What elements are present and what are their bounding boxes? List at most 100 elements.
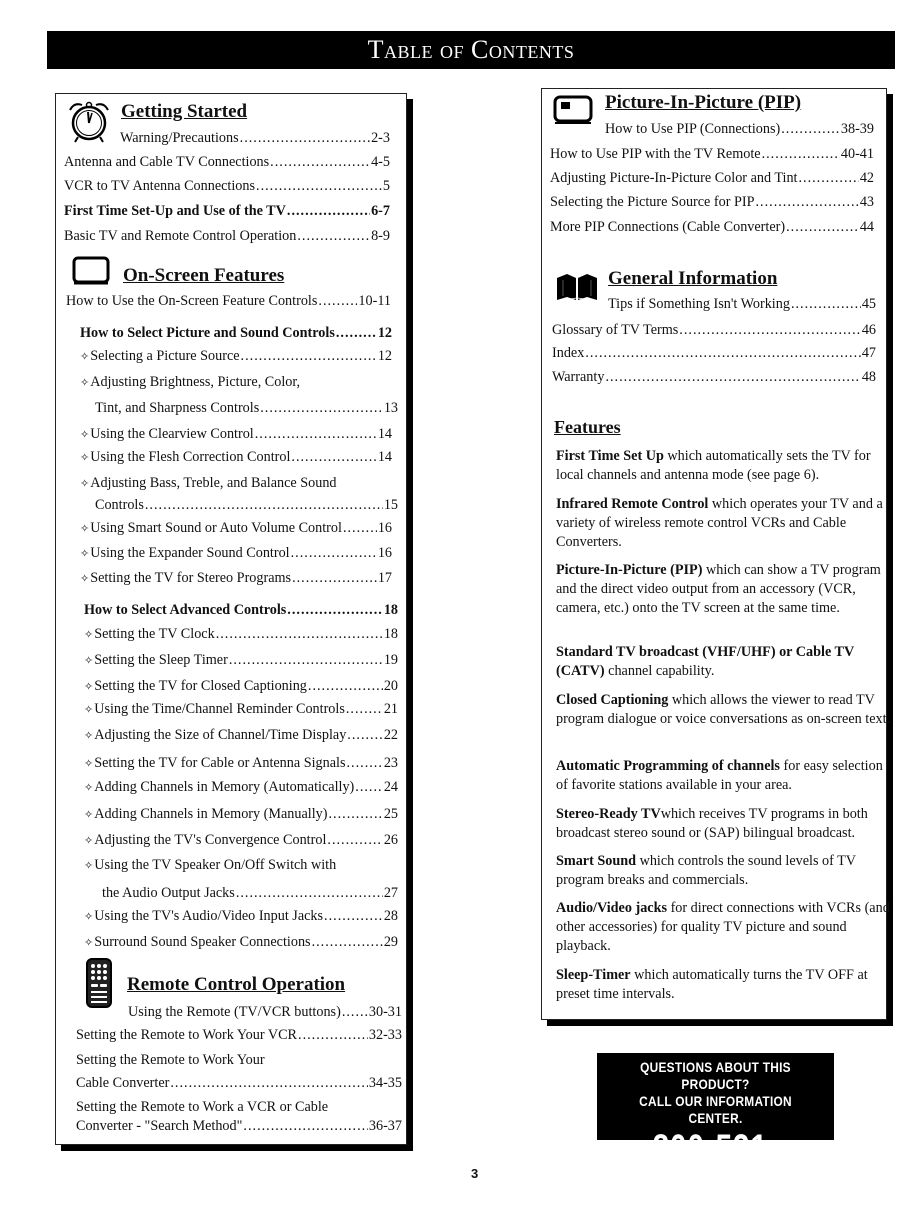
leader-dots: [287, 203, 370, 219]
toc-item[interactable]: Setting the Remote to Work a VCR or Cabl…: [76, 1099, 402, 1115]
toc-item-page: 17: [377, 570, 392, 586]
toc-item[interactable]: ✧Using the Flesh Correction Control 14: [80, 449, 392, 466]
toc-item[interactable]: ✧ Using Smart Sound or Auto Volume Contro…: [80, 520, 392, 537]
feature-term: Smart Sound: [556, 853, 637, 869]
toc-item-label: Selecting a Picture Source: [90, 348, 240, 364]
toc-item[interactable]: More PIP Connections (Cable Converter) 44: [550, 219, 874, 235]
toc-item[interactable]: Controls 15: [95, 497, 398, 513]
leader-dots: [241, 348, 377, 364]
toc-item[interactable]: ✧Using the TV's Audio/Video Input Jacks 2…: [84, 908, 398, 925]
toc-item-page: 28: [383, 908, 398, 924]
toc-item[interactable]: How to Use the On-Screen Feature Control…: [66, 293, 391, 309]
toc-item[interactable]: Converter - "Search Method" 36-37: [76, 1118, 402, 1134]
toc-item[interactable]: Tips if Something Isn't Working 45: [608, 296, 876, 312]
toc-item[interactable]: Using the Remote (TV/VCR buttons) 30-31: [128, 1004, 402, 1020]
toc-item-label: Warranty: [552, 369, 605, 385]
toc-item-page: 15: [383, 497, 398, 513]
toc-item-page: 32-33: [368, 1027, 402, 1043]
toc-item-page: 38-39: [840, 121, 874, 137]
toc-item[interactable]: Tint, and Sharpness Controls 13: [95, 400, 398, 416]
toc-item-page: 4-5: [371, 154, 390, 170]
toc-item-label: Selecting the Picture Source for PIP: [550, 194, 755, 210]
toc-item-page: 45: [861, 296, 876, 312]
leader-dots: [260, 400, 383, 416]
toc-item-page: 46: [861, 322, 876, 338]
toc-item[interactable]: ✧Adding Channels in Memory (Manually) 25: [84, 806, 398, 823]
toc-item[interactable]: Setting the Remote to Work Your VCR 32-33: [76, 1027, 402, 1043]
feature-item: First Time Set Up which automatically se…: [556, 447, 892, 485]
leader-dots: [346, 701, 383, 717]
leader-dots: [781, 121, 840, 137]
leader-dots: [243, 1118, 367, 1134]
leader-dots: [229, 652, 383, 668]
toc-item[interactable]: Warning/Precautions 2-3: [120, 130, 390, 146]
leader-dots: [145, 497, 383, 513]
feature-term: Picture-In-Picture (PIP): [556, 562, 703, 578]
toc-item[interactable]: How to Use PIP (Connections) 38-39: [605, 121, 874, 137]
toc-item[interactable]: ✧ Setting the TV for Cable or Antenna Sig…: [84, 755, 398, 772]
diamond-bullet-icon: ✧: [84, 730, 94, 742]
leader-dots: [329, 806, 383, 822]
toc-item[interactable]: Index 47: [552, 345, 876, 361]
toc-item[interactable]: Glossary of TV Terms 46: [552, 322, 876, 338]
toc-item-page: 29: [383, 934, 398, 950]
toc-item-label: Using the Clearview Control: [90, 426, 254, 442]
toc-item[interactable]: ✧ Using the Time/Channel Reminder Control…: [84, 701, 398, 718]
toc-item[interactable]: ✧Setting the Sleep Timer 19: [84, 652, 398, 669]
toc-item[interactable]: ✧Surround Sound Speaker Connections 29: [84, 934, 398, 951]
leader-dots: [355, 779, 383, 795]
toc-item[interactable]: How to Use PIP with the TV Remote 40-41: [550, 146, 874, 162]
toc-item[interactable]: Antenna and Cable TV Connections 4-5: [64, 154, 390, 170]
toc-item[interactable]: ✧Setting the TV Clock 18: [84, 626, 398, 643]
toc-item-label: Surround Sound Speaker Connections: [94, 934, 311, 950]
heading-pip: Picture-In-Picture (PIP): [605, 92, 802, 113]
toc-item-label: Setting the Remote to Work Your VCR: [76, 1027, 298, 1043]
toc-item[interactable]: ✧ Adjusting Brightness, Picture, Color,: [80, 374, 392, 391]
toc-item-label: Adjusting the Size of Channel/Time Displ…: [94, 727, 347, 743]
diamond-bullet-icon: ✧: [80, 523, 90, 535]
toc-item[interactable]: Selecting the Picture Source for PIP 43: [550, 194, 874, 210]
toc-item[interactable]: Basic TV and Remote Control Operation 8-9: [64, 228, 390, 244]
toc-item[interactable]: ✧ Adjusting the Size of Channel/Time Disp…: [84, 727, 398, 744]
toc-item[interactable]: Adjusting Picture-In-Picture Color and T…: [550, 170, 874, 186]
toc-item[interactable]: the Audio Output Jacks 27: [102, 885, 398, 901]
toc-item-page: 14: [377, 449, 392, 465]
leader-dots: [343, 520, 377, 536]
diamond-bullet-icon: ✧: [84, 809, 94, 821]
toc-item[interactable]: Warranty 48: [552, 369, 876, 385]
diamond-bullet-icon: ✧: [84, 835, 94, 847]
toc-item[interactable]: Setting the Remote to Work Your: [76, 1052, 402, 1068]
heading-on-screen-features: On-Screen Features: [123, 265, 285, 286]
toc-item-label: Using Smart Sound or Auto Volume Control: [90, 520, 342, 536]
info-center-banner: QUESTIONS ABOUT THIS PRODUCT? CALL OUR I…: [597, 1053, 834, 1215]
toc-item[interactable]: VCR to TV Antenna Connections 5: [64, 178, 390, 194]
tv-screen-icon: [72, 256, 110, 285]
toc-item[interactable]: ✧Setting the TV for Stereo Programs 17: [80, 570, 392, 587]
toc-item-page: 44: [859, 219, 874, 235]
toc-item[interactable]: ✧Using the Expander Sound Control 16: [80, 545, 392, 562]
toc-item-label: Converter - "Search Method": [76, 1118, 243, 1134]
toc-item[interactable]: Cable Converter 34-35: [76, 1075, 402, 1091]
toc-item[interactable]: ✧ Using the TV Speaker On/Off Switch with: [84, 857, 398, 874]
feature-item: Sleep-Timer which automatically turns th…: [556, 966, 892, 1004]
toc-item[interactable]: ✧Adjusting the TV's Convergence Control 2…: [84, 832, 398, 849]
info-center-phone[interactable]: 800-531-0039: [627, 1127, 805, 1215]
toc-item[interactable]: ✧Using the Clearview Control 14: [80, 426, 392, 443]
toc-item[interactable]: ✧Setting the TV for Closed Captioning 20: [84, 678, 398, 695]
toc-item-label: Using the Remote (TV/VCR buttons): [128, 1004, 341, 1020]
toc-item[interactable]: First Time Set-Up and Use of the TV 6-7: [64, 203, 390, 219]
toc-item[interactable]: ✧Selecting a Picture Source 12: [80, 348, 392, 365]
leader-dots: [170, 1075, 368, 1091]
feature-term: Stereo-Ready TV: [556, 806, 661, 822]
toc-item[interactable]: How to Select Picture and Sound Controls…: [80, 325, 392, 341]
toc-item-page: 18: [383, 602, 398, 618]
pip-screen-icon: [553, 95, 593, 124]
feature-term: Automatic Programming of channels: [556, 758, 780, 774]
toc-item[interactable]: How to Select Advanced Controls 18: [84, 602, 398, 618]
toc-item-label: How to Use the On-Screen Feature Control…: [66, 293, 318, 309]
feature-term: Infrared Remote Control: [556, 496, 709, 512]
toc-item[interactable]: ✧ Adjusting Bass, Treble, and Balance Sou…: [80, 475, 392, 492]
toc-item-label: Warning/Precautions: [120, 130, 239, 146]
toc-item-page: 24: [383, 779, 398, 795]
toc-item[interactable]: ✧ Adding Channels in Memory (Automaticall…: [84, 779, 398, 796]
